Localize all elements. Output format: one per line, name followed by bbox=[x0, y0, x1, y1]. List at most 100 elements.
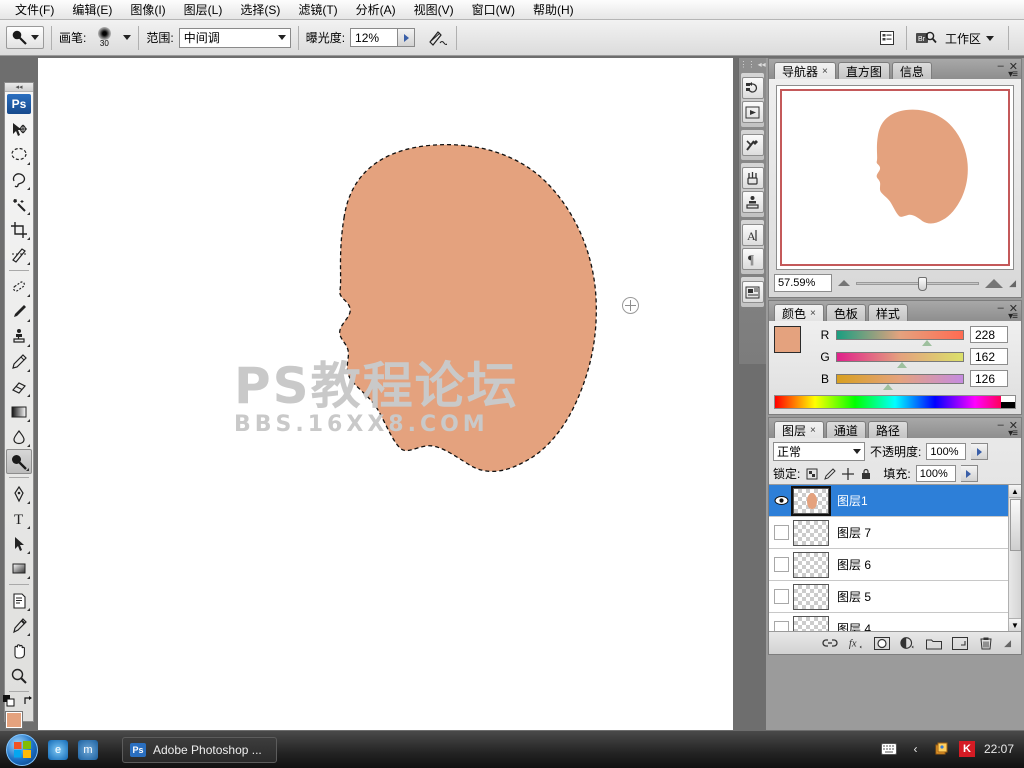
layer-name[interactable]: 图层1 bbox=[837, 492, 868, 509]
menu-item-layer[interactable]: 图层(L) bbox=[175, 0, 232, 20]
adjustment-layer-icon[interactable] bbox=[900, 635, 916, 651]
zoom-slider-handle[interactable] bbox=[917, 276, 927, 291]
fill-stepper-button[interactable] bbox=[960, 465, 978, 482]
foreground-color-swatch[interactable] bbox=[5, 711, 23, 729]
layer-visibility-toggle[interactable] bbox=[769, 589, 793, 604]
path-selection-tool[interactable] bbox=[6, 531, 32, 556]
close-icon[interactable]: × bbox=[810, 425, 816, 436]
close-icon[interactable]: × bbox=[810, 308, 816, 319]
tool-preset-chevron-down-icon[interactable] bbox=[31, 35, 39, 40]
color-spectrum-ramp[interactable] bbox=[774, 395, 1016, 409]
lock-transparent-pixels-icon[interactable] bbox=[805, 467, 818, 480]
layer-list-scrollbar[interactable]: ▲ ▼ bbox=[1008, 485, 1021, 631]
windows-start-orb[interactable] bbox=[6, 733, 38, 766]
eyedropper-tool[interactable] bbox=[6, 613, 32, 638]
toggle-palettes-button[interactable] bbox=[875, 26, 899, 50]
menu-item-view[interactable]: 视图(V) bbox=[405, 0, 463, 20]
toolbox-collapse-grip[interactable]: ◂◂ bbox=[5, 83, 33, 92]
tool-presets-panel-icon[interactable] bbox=[741, 134, 764, 156]
internet-explorer-icon[interactable]: e bbox=[48, 739, 68, 760]
paragraph-panel-icon[interactable]: ¶ bbox=[741, 248, 764, 270]
blend-mode-select[interactable]: 正常 bbox=[773, 442, 865, 461]
menu-item-edit[interactable]: 编辑(E) bbox=[63, 0, 121, 20]
clone-source-panel-icon[interactable] bbox=[741, 191, 764, 213]
range-select[interactable]: 中间调 bbox=[178, 27, 291, 48]
blue-channel-handle[interactable] bbox=[883, 383, 893, 390]
menu-item-file[interactable]: 文件(F) bbox=[6, 0, 63, 20]
layer-thumbnail[interactable] bbox=[791, 485, 831, 516]
table-row[interactable]: 图层 5 bbox=[769, 581, 1021, 613]
layer-thumbnail[interactable] bbox=[793, 583, 829, 610]
tab-info[interactable]: 信息 bbox=[891, 62, 932, 79]
crop-tool[interactable] bbox=[6, 217, 32, 242]
blue-channel-value[interactable]: 126 bbox=[970, 370, 1008, 387]
resize-grip-icon[interactable]: ◢ bbox=[1004, 638, 1011, 649]
lasso-tool[interactable] bbox=[6, 167, 32, 192]
layer-style-fx-icon[interactable]: fx bbox=[848, 635, 864, 651]
history-panel-icon[interactable] bbox=[741, 77, 764, 99]
lock-image-pixels-icon[interactable] bbox=[823, 467, 836, 480]
pen-tool[interactable] bbox=[6, 481, 32, 506]
tab-color[interactable]: 颜色 × bbox=[774, 304, 824, 321]
color-panel-swatches[interactable] bbox=[774, 326, 816, 366]
move-tool[interactable] bbox=[6, 117, 32, 142]
menu-item-analysis[interactable]: 分析(A) bbox=[347, 0, 405, 20]
brushes-panel-icon[interactable] bbox=[741, 167, 764, 189]
swap-colors-icon[interactable] bbox=[23, 695, 35, 707]
brush-preset-preview[interactable]: 30 bbox=[91, 27, 117, 48]
layer-thumbnail[interactable] bbox=[793, 615, 829, 631]
navigator-zoom-input[interactable]: 57.59% bbox=[774, 274, 832, 292]
workspace-button[interactable]: 工作区 bbox=[938, 27, 1001, 50]
gradient-tool[interactable] bbox=[6, 399, 32, 424]
table-row[interactable]: 图层 6 bbox=[769, 549, 1021, 581]
red-channel-slider[interactable] bbox=[836, 329, 964, 346]
minimize-icon[interactable]: – bbox=[998, 60, 1004, 73]
add-layer-mask-icon[interactable] bbox=[874, 635, 891, 651]
green-channel-value[interactable]: 162 bbox=[970, 348, 1008, 365]
notes-tool[interactable] bbox=[6, 588, 32, 613]
shape-tool[interactable] bbox=[6, 556, 32, 581]
table-row[interactable]: 图层 4 bbox=[769, 613, 1021, 631]
navigator-view-box[interactable] bbox=[780, 89, 1010, 266]
scrollbar-thumb[interactable] bbox=[1010, 499, 1021, 551]
character-panel-icon[interactable]: A bbox=[741, 224, 764, 246]
exposure-stepper-button[interactable] bbox=[398, 28, 416, 47]
new-group-icon[interactable] bbox=[926, 635, 943, 651]
layer-visibility-toggle[interactable] bbox=[769, 557, 793, 572]
opacity-stepper-button[interactable] bbox=[971, 443, 989, 460]
opacity-input[interactable]: 100% bbox=[926, 443, 967, 460]
close-icon[interactable]: × bbox=[822, 66, 828, 77]
magic-wand-tool[interactable] bbox=[6, 192, 32, 217]
resize-grip-icon[interactable]: ◢ bbox=[1009, 278, 1016, 289]
layer-thumbnail[interactable] bbox=[793, 551, 829, 578]
dock-grip[interactable]: ⋮⋮ ◂◂ bbox=[739, 58, 766, 70]
keyboard-layout-icon[interactable] bbox=[881, 741, 898, 757]
layer-visibility-toggle[interactable] bbox=[769, 495, 793, 506]
layer-name[interactable]: 图层 6 bbox=[837, 556, 871, 573]
healing-brush-tool[interactable] bbox=[6, 274, 32, 299]
clock[interactable]: 22:07 bbox=[984, 742, 1014, 756]
brush-tool[interactable] bbox=[6, 299, 32, 324]
menu-item-window[interactable]: 窗口(W) bbox=[463, 0, 524, 20]
maxthon-browser-icon[interactable]: m bbox=[78, 739, 98, 760]
default-colors-icon[interactable] bbox=[3, 695, 15, 707]
menu-item-select[interactable]: 选择(S) bbox=[231, 0, 289, 20]
link-layers-icon[interactable] bbox=[822, 635, 838, 651]
scroll-down-arrow-icon[interactable]: ▼ bbox=[1009, 618, 1021, 631]
tab-navigator[interactable]: 导航器 × bbox=[774, 62, 836, 79]
tab-layers[interactable]: 图层 × bbox=[774, 421, 824, 438]
zoom-out-icon[interactable] bbox=[838, 280, 850, 286]
airbrush-toggle-button[interactable] bbox=[425, 26, 449, 50]
clone-stamp-tool[interactable] bbox=[6, 324, 32, 349]
type-tool[interactable]: T bbox=[6, 506, 32, 531]
foreground-color-swatch[interactable] bbox=[774, 326, 801, 353]
kaspersky-icon[interactable]: K bbox=[958, 741, 975, 757]
color-panel-menu-icon[interactable]: ▾≡ bbox=[1008, 311, 1018, 322]
tray-app-icon[interactable] bbox=[933, 741, 950, 757]
layers-panel-menu-icon[interactable]: ▾≡ bbox=[1008, 428, 1018, 439]
actions-panel-icon[interactable] bbox=[741, 101, 764, 123]
menu-item-filter[interactable]: 滤镜(T) bbox=[289, 0, 346, 20]
minimize-icon[interactable]: – bbox=[998, 419, 1004, 432]
taskbar-item-photoshop[interactable]: Ps Adobe Photoshop ... bbox=[122, 736, 277, 763]
eraser-tool[interactable] bbox=[6, 374, 32, 399]
